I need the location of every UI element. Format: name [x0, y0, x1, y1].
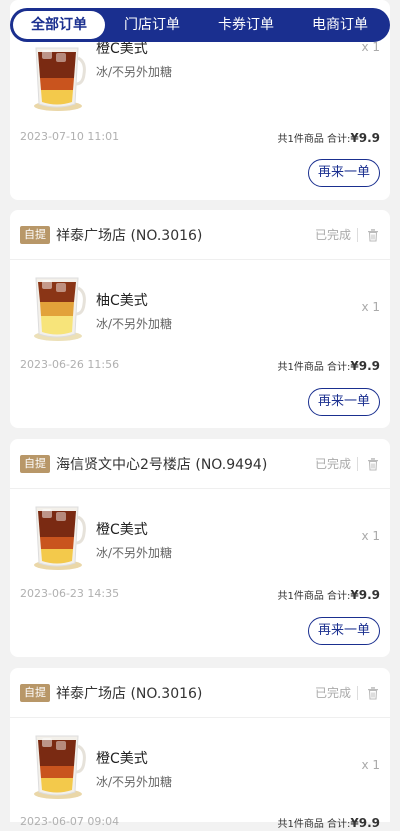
coffee-cup-icon [34, 506, 86, 570]
order-header: 自提 祥泰广场店 (NO.3016) 已完成 [10, 668, 390, 718]
tab-coupon-orders[interactable]: 卡券订单 [199, 11, 293, 39]
order-price: ¥9.9 [350, 588, 380, 602]
order-total: 共1件商品 合计:¥9.9 [277, 130, 380, 145]
total-prefix: 共1件商品 合计: [277, 362, 351, 373]
item-name: 橙C美式 [96, 522, 148, 538]
coffee-cup-icon [34, 735, 86, 799]
order-price: ¥9.9 [350, 359, 380, 373]
order-item: 橙C美式 冰/不另外加糖 x 1 [10, 30, 390, 120]
item-spec: 冰/不另外加糖 [96, 775, 173, 789]
total-prefix: 共1件商品 合计: [277, 591, 351, 602]
store-name[interactable]: 祥泰广场店 (NO.3016) [56, 683, 315, 703]
order-meta: 2023-06-07 09:04 共1件商品 合计:¥9.9 [20, 815, 380, 831]
coffee-cup-icon [34, 47, 86, 111]
trash-icon[interactable] [366, 228, 380, 242]
divider [357, 456, 358, 471]
reorder-button[interactable]: 再来一单 [308, 159, 380, 187]
order-item: 柚C美式 冰/不另外加糖 x 1 [10, 260, 390, 350]
trash-icon[interactable] [366, 457, 380, 471]
divider [357, 227, 358, 242]
order-header: 自提 祥泰广场店 (NO.3016) 已完成 [10, 210, 390, 260]
order-tabs: 全部订单 门店订单 卡券订单 电商订单 [10, 8, 390, 42]
order-date: 2023-07-10 11:01 [20, 130, 120, 143]
order-status: 已完成 [314, 457, 351, 471]
order-price: ¥9.9 [350, 816, 380, 830]
order-status: 已完成 [314, 228, 351, 242]
item-name: 柚C美式 [96, 293, 148, 309]
reorder-button[interactable]: 再来一单 [308, 617, 380, 645]
item-quantity: x 1 [361, 758, 380, 772]
order-meta: 2023-06-23 14:35 共1件商品 合计:¥9.9 [20, 587, 380, 603]
item-spec: 冰/不另外加糖 [96, 65, 173, 79]
divider [357, 685, 358, 700]
store-name[interactable]: 海信贤文中心2号楼店 (NO.9494) [56, 454, 315, 474]
order-date: 2023-06-23 14:35 [20, 587, 120, 600]
pickup-badge: 自提 [20, 454, 50, 473]
order-card[interactable]: 自提 海信贤文中心2号楼店 (NO.9494) 已完成 橙C美式 冰/不另外加糖… [10, 439, 390, 657]
trash-icon[interactable] [366, 686, 380, 700]
item-spec: 冰/不另外加糖 [96, 317, 173, 331]
order-item: 橙C美式 冰/不另外加糖 x 1 [10, 718, 390, 808]
pickup-badge: 自提 [20, 225, 50, 244]
store-name[interactable]: 祥泰广场店 (NO.3016) [56, 225, 315, 245]
order-card[interactable]: 自提 祥泰广场店 (NO.3016) 已完成 橙C美式 冰/不另外加糖 x 1 … [10, 668, 390, 830]
order-total: 共1件商品 合计:¥9.9 [277, 358, 380, 373]
tab-ecommerce-orders[interactable]: 电商订单 [293, 11, 387, 39]
total-prefix: 共1件商品 合计: [277, 134, 351, 145]
item-name: 橙C美式 [96, 751, 148, 767]
item-quantity: x 1 [361, 40, 380, 54]
order-meta: 2023-06-26 11:56 共1件商品 合计:¥9.9 [20, 358, 380, 374]
item-quantity: x 1 [361, 529, 380, 543]
order-item: 橙C美式 冰/不另外加糖 x 1 [10, 489, 390, 579]
tab-all-orders[interactable]: 全部订单 [13, 11, 105, 39]
tab-store-orders[interactable]: 门店订单 [105, 11, 199, 39]
order-date: 2023-06-26 11:56 [20, 358, 120, 371]
order-status: 已完成 [314, 686, 351, 700]
order-total: 共1件商品 合计:¥9.9 [277, 587, 380, 602]
item-spec: 冰/不另外加糖 [96, 546, 173, 560]
coffee-cup-icon [34, 277, 86, 341]
item-quantity: x 1 [361, 300, 380, 314]
order-header: 自提 海信贤文中心2号楼店 (NO.9494) 已完成 [10, 439, 390, 489]
order-card[interactable]: 自提 祥泰广场店 (NO.3016) 已完成 柚C美式 冰/不另外加糖 x 1 … [10, 210, 390, 428]
pickup-badge: 自提 [20, 683, 50, 702]
order-meta: 2023-07-10 11:01 共1件商品 合计:¥9.9 [20, 130, 380, 146]
reorder-button[interactable]: 再来一单 [308, 388, 380, 416]
total-prefix: 共1件商品 合计: [277, 819, 351, 830]
order-total: 共1件商品 合计:¥9.9 [277, 815, 380, 830]
order-price: ¥9.9 [350, 131, 380, 145]
